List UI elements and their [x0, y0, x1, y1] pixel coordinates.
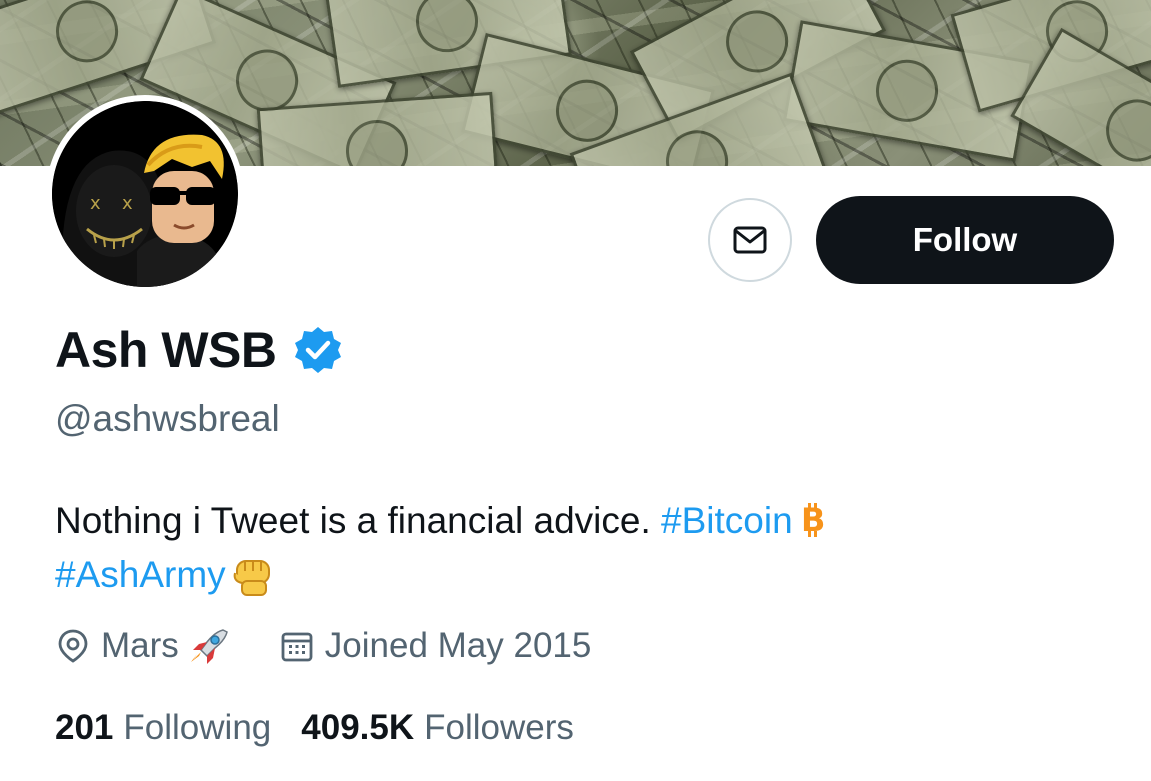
bio-line-2: #AshArmy: [55, 548, 829, 602]
svg-text:x: x: [122, 193, 133, 214]
follow-button[interactable]: Follow: [816, 196, 1114, 284]
profile-name: Ash WSB: [55, 322, 277, 378]
bio-line-1: Nothing i Tweet is a financial advice. #…: [55, 494, 829, 548]
location-pin-icon: [58, 629, 88, 663]
followers-label: Followers: [424, 708, 574, 747]
profile-meta: Mars Joined May 2015: [55, 626, 591, 666]
avatar-image: x x: [52, 101, 238, 287]
profile-actions: Follow: [708, 196, 1114, 284]
profile-bio: Nothing i Tweet is a financial advice. #…: [55, 494, 829, 602]
joined-text: Joined May 2015: [324, 626, 592, 665]
profile-stats: 201 Following 409.5K Followers: [55, 708, 574, 748]
profile-handle: @ashwsbreal: [55, 398, 280, 439]
profile-avatar[interactable]: x x: [46, 95, 244, 293]
following-label: Following: [123, 708, 272, 747]
bitcoin-emoji: B: [801, 503, 825, 537]
followers-stat[interactable]: 409.5K Followers: [301, 708, 574, 748]
bio-text: Nothing i Tweet is a financial advice.: [55, 500, 662, 541]
profile-location: Mars: [55, 626, 241, 666]
verified-badge-icon: [294, 327, 341, 373]
envelope-icon: [733, 226, 767, 254]
followers-count: 409.5K: [301, 708, 415, 747]
hashtag-asharmy[interactable]: #AshArmy: [55, 554, 226, 595]
profile-name-row: Ash WSB: [55, 321, 343, 379]
location-text: Mars: [101, 626, 179, 665]
profile-joined: Joined May 2015: [279, 626, 592, 666]
following-stat[interactable]: 201 Following: [55, 708, 271, 748]
following-count: 201: [55, 708, 114, 747]
rocket-emoji: [190, 629, 228, 664]
svg-text:B: B: [801, 503, 825, 537]
hashtag-bitcoin[interactable]: #Bitcoin: [661, 500, 793, 541]
calendar-icon: [281, 632, 313, 662]
raised-fist-emoji: [233, 560, 270, 596]
message-button[interactable]: [708, 198, 792, 282]
svg-text:x: x: [90, 193, 101, 214]
